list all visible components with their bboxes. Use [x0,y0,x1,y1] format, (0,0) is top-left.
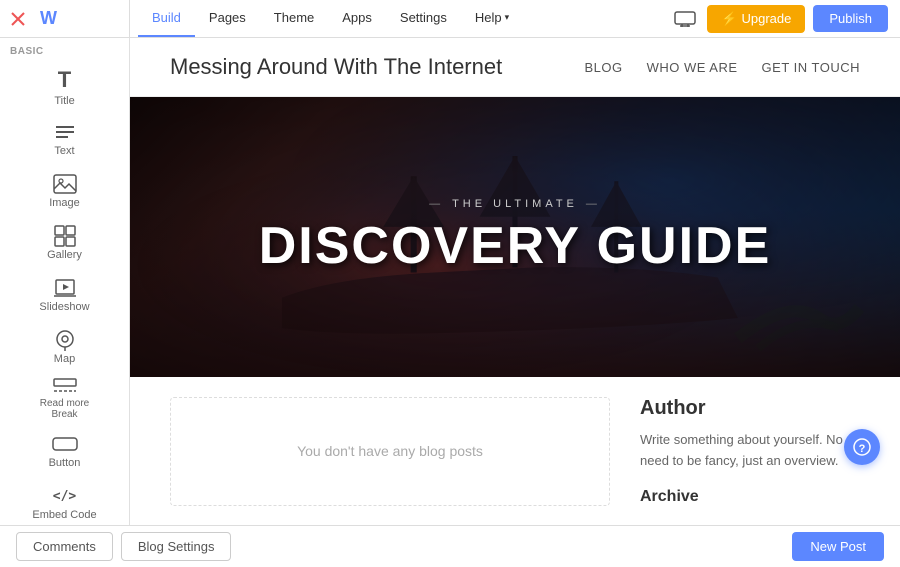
canvas-area: Messing Around With The Internet BLOG WH… [130,38,900,525]
button-label: Button [49,457,81,469]
map-label: Map [54,353,75,365]
sidebar-basic-label: BASIC [0,38,129,61]
embed-icon: </> [51,485,79,507]
author-title: Author [640,397,860,420]
title-label: Title [54,95,74,107]
button-icon [51,433,79,455]
site-preview: Messing Around With The Internet BLOG WH… [130,38,900,525]
no-posts-message: You don't have any blog posts [297,443,483,459]
author-description: Write something about yourself. No need … [640,430,860,472]
lightning-icon: ⚡ [721,11,737,27]
site-nav-contact[interactable]: GET IN TOUCH [762,60,860,75]
left-sidebar: BASIC T Title Text Image Gallery [0,38,130,525]
gallery-icon [51,225,79,247]
sidebar-item-title[interactable]: T Title [0,61,129,113]
title-icon: T [51,67,79,93]
text-icon [51,121,79,143]
site-header: Messing Around With The Internet BLOG WH… [130,38,900,97]
blog-posts-area: You don't have any blog posts [170,397,610,506]
sidebar-item-text[interactable]: Text [0,113,129,165]
nav-help[interactable]: Help ▾ [461,0,523,37]
map-icon [51,329,79,351]
slideshow-label: Slideshow [39,301,89,313]
bottom-left-actions: Comments Blog Settings [16,532,231,561]
publish-button[interactable]: Publish [813,5,888,32]
embed-label: Embed Code [32,509,96,521]
top-bar-left: W [0,0,130,37]
site-title: Messing Around With The Internet [170,54,502,80]
gallery-label: Gallery [47,249,82,261]
main-content: BASIC T Title Text Image Gallery [0,38,900,525]
read-more-icon [51,378,79,396]
blog-settings-button[interactable]: Blog Settings [121,532,232,561]
top-bar: W Build Pages Theme Apps Settings Help ▾… [0,0,900,38]
sidebar-item-image[interactable]: Image [0,165,129,217]
nav-build[interactable]: Build [138,0,195,37]
nav-right-actions: ⚡ Upgrade Publish [671,5,900,33]
sidebar-item-slideshow[interactable]: Slideshow [0,269,129,321]
text-label: Text [54,145,74,157]
upgrade-button[interactable]: ⚡ Upgrade [707,5,805,33]
hero-title: DISCOVERY GUIDE [259,218,772,275]
svg-text:?: ? [859,443,866,455]
bottom-bar: Comments Blog Settings New Post [0,525,900,567]
author-sidebar: Author Write something about yourself. N… [640,397,860,506]
content-row: You don't have any blog posts Author Wri… [130,377,900,525]
nav-theme[interactable]: Theme [260,0,328,37]
archive-title: Archive [640,488,860,506]
new-post-button[interactable]: New Post [792,532,884,561]
site-nav-blog[interactable]: BLOG [584,60,622,75]
nav-pages[interactable]: Pages [195,0,260,37]
sidebar-item-map[interactable]: Map [0,321,129,373]
hero-subtitle: THE ULTIMATE [429,198,601,210]
nav-settings[interactable]: Settings [386,0,461,37]
comments-button[interactable]: Comments [16,532,113,561]
help-chevron-icon: ▾ [505,12,510,23]
help-bubble[interactable]: ? [844,429,880,465]
close-button[interactable] [8,9,28,29]
site-nav: BLOG WHO WE ARE GET IN TOUCH [584,60,860,75]
image-label: Image [49,197,80,209]
hero-banner: THE ULTIMATE DISCOVERY GUIDE [130,97,900,377]
sidebar-item-embed[interactable]: </> Embed Code [0,477,129,525]
image-icon [51,173,79,195]
site-nav-who[interactable]: WHO WE ARE [647,60,738,75]
top-nav: Build Pages Theme Apps Settings Help ▾ [130,0,671,37]
slideshow-icon [51,277,79,299]
device-preview-icon[interactable] [671,5,699,33]
sidebar-item-button[interactable]: Button [0,425,129,477]
sidebar-item-read-more[interactable]: Read moreBreak [0,373,129,425]
sidebar-item-gallery[interactable]: Gallery [0,217,129,269]
read-more-label: Read moreBreak [40,398,89,420]
nav-apps[interactable]: Apps [328,0,386,37]
weebly-logo: W [40,8,57,29]
